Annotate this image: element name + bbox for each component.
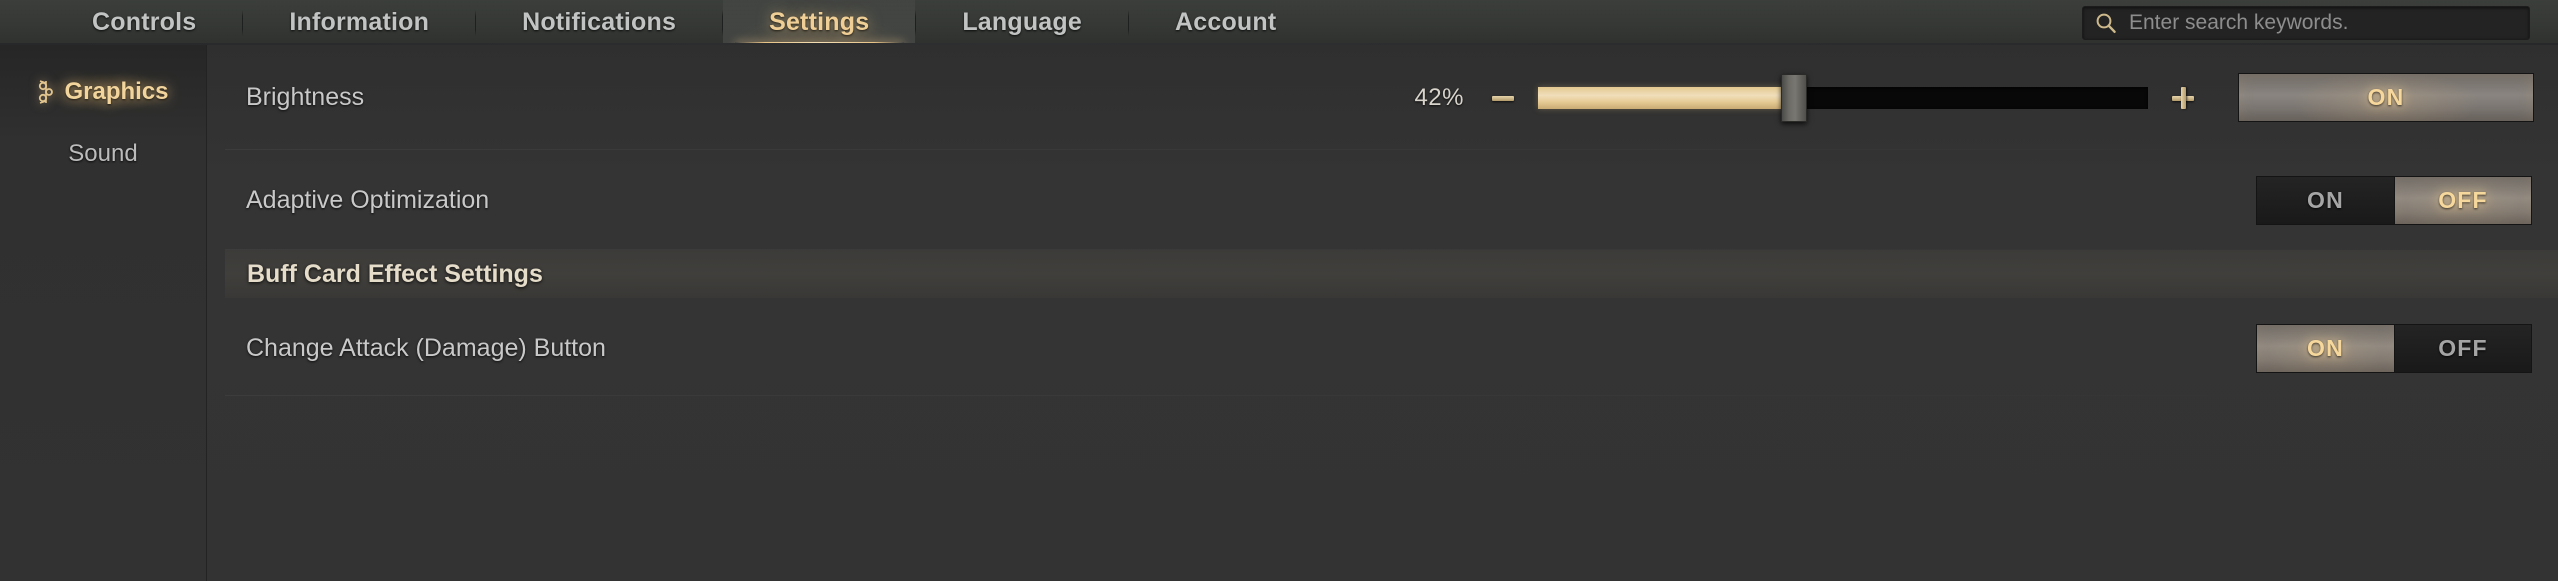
adaptive-optimization-off-button[interactable]: OFF xyxy=(2394,175,2532,225)
sidebar-item-sound-label: Sound xyxy=(68,140,138,167)
change-attack-toggle: ON OFF xyxy=(2256,323,2532,373)
tab-settings[interactable]: Settings xyxy=(723,0,915,45)
brightness-decrease-button[interactable] xyxy=(1490,85,1516,111)
tab-language-label: Language xyxy=(962,8,1082,36)
minus-icon xyxy=(1492,95,1514,101)
change-attack-off-button[interactable]: OFF xyxy=(2394,323,2532,373)
adaptive-optimization-toggle: ON OFF xyxy=(2256,175,2532,225)
adaptive-optimization-label: Adaptive Optimization xyxy=(246,185,490,214)
change-attack-label: Change Attack (Damage) Button xyxy=(246,333,606,362)
brightness-increase-button[interactable] xyxy=(2170,85,2196,111)
brightness-label: Brightness xyxy=(246,83,365,111)
search-input[interactable] xyxy=(2129,11,2517,35)
tab-controls[interactable]: Controls xyxy=(46,0,242,45)
row-divider xyxy=(225,395,2558,396)
adaptive-optimization-on-button[interactable]: ON xyxy=(2256,175,2394,225)
change-attack-on-button[interactable]: ON xyxy=(2256,323,2394,373)
tab-settings-label: Settings xyxy=(769,8,870,36)
search-box[interactable] xyxy=(2082,6,2530,40)
setting-row-adaptive-optimization: Adaptive Optimization ON OFF xyxy=(207,150,2558,250)
tab-controls-label: Controls xyxy=(92,8,197,36)
brightness-toggle-on-label: ON xyxy=(2367,84,2405,110)
sidebar-item-graphics[interactable]: Graphics xyxy=(0,64,206,120)
nav-tab-list: Controls Information Notifications Setti… xyxy=(0,0,1322,45)
brightness-slider[interactable] xyxy=(1538,73,2148,122)
settings-sidebar: Graphics Sound xyxy=(0,45,207,581)
tab-account[interactable]: Account xyxy=(1129,0,1322,45)
setting-row-brightness: Brightness 42% ON xyxy=(207,45,2558,150)
sidebar-item-sound[interactable]: Sound xyxy=(0,126,206,182)
brightness-slider-fill xyxy=(1538,86,1795,109)
settings-screen: Controls Information Notifications Setti… xyxy=(0,0,2558,581)
search-icon xyxy=(2095,12,2117,34)
adaptive-optimization-off-label: OFF xyxy=(2438,186,2488,213)
change-attack-on-label: ON xyxy=(2307,334,2344,361)
setting-row-change-attack-button: Change Attack (Damage) Button ON OFF xyxy=(207,300,2558,396)
tab-language[interactable]: Language xyxy=(916,0,1128,45)
plus-icon-vertical xyxy=(2181,86,2186,109)
brightness-toggle-on-button[interactable]: ON xyxy=(2238,73,2534,122)
change-attack-off-label: OFF xyxy=(2438,334,2488,361)
change-attack-controls: ON OFF xyxy=(2256,300,2558,396)
tab-notifications[interactable]: Notifications xyxy=(476,0,722,45)
tab-account-label: Account xyxy=(1174,8,1277,36)
ornament-icon xyxy=(37,79,55,105)
adaptive-optimization-controls: ON OFF xyxy=(2256,150,2558,250)
brightness-slider-knob[interactable] xyxy=(1781,73,1808,122)
section-header-title: Buff Card Effect Settings xyxy=(247,259,543,288)
settings-content: Brightness 42% ON Adaptive Optimization … xyxy=(207,45,2558,581)
top-navigation-bar: Controls Information Notifications Setti… xyxy=(0,0,2558,45)
sidebar-item-graphics-label: Graphics xyxy=(64,78,169,105)
brightness-controls: 42% ON xyxy=(1402,45,2558,150)
section-header-buff-card-effect: Buff Card Effect Settings xyxy=(225,250,2558,298)
adaptive-optimization-on-label: ON xyxy=(2307,186,2344,213)
tab-information-label: Information xyxy=(289,8,430,36)
tab-information[interactable]: Information xyxy=(243,0,475,45)
brightness-percent-value: 42% xyxy=(1414,83,1464,111)
tab-notifications-label: Notifications xyxy=(522,8,677,36)
